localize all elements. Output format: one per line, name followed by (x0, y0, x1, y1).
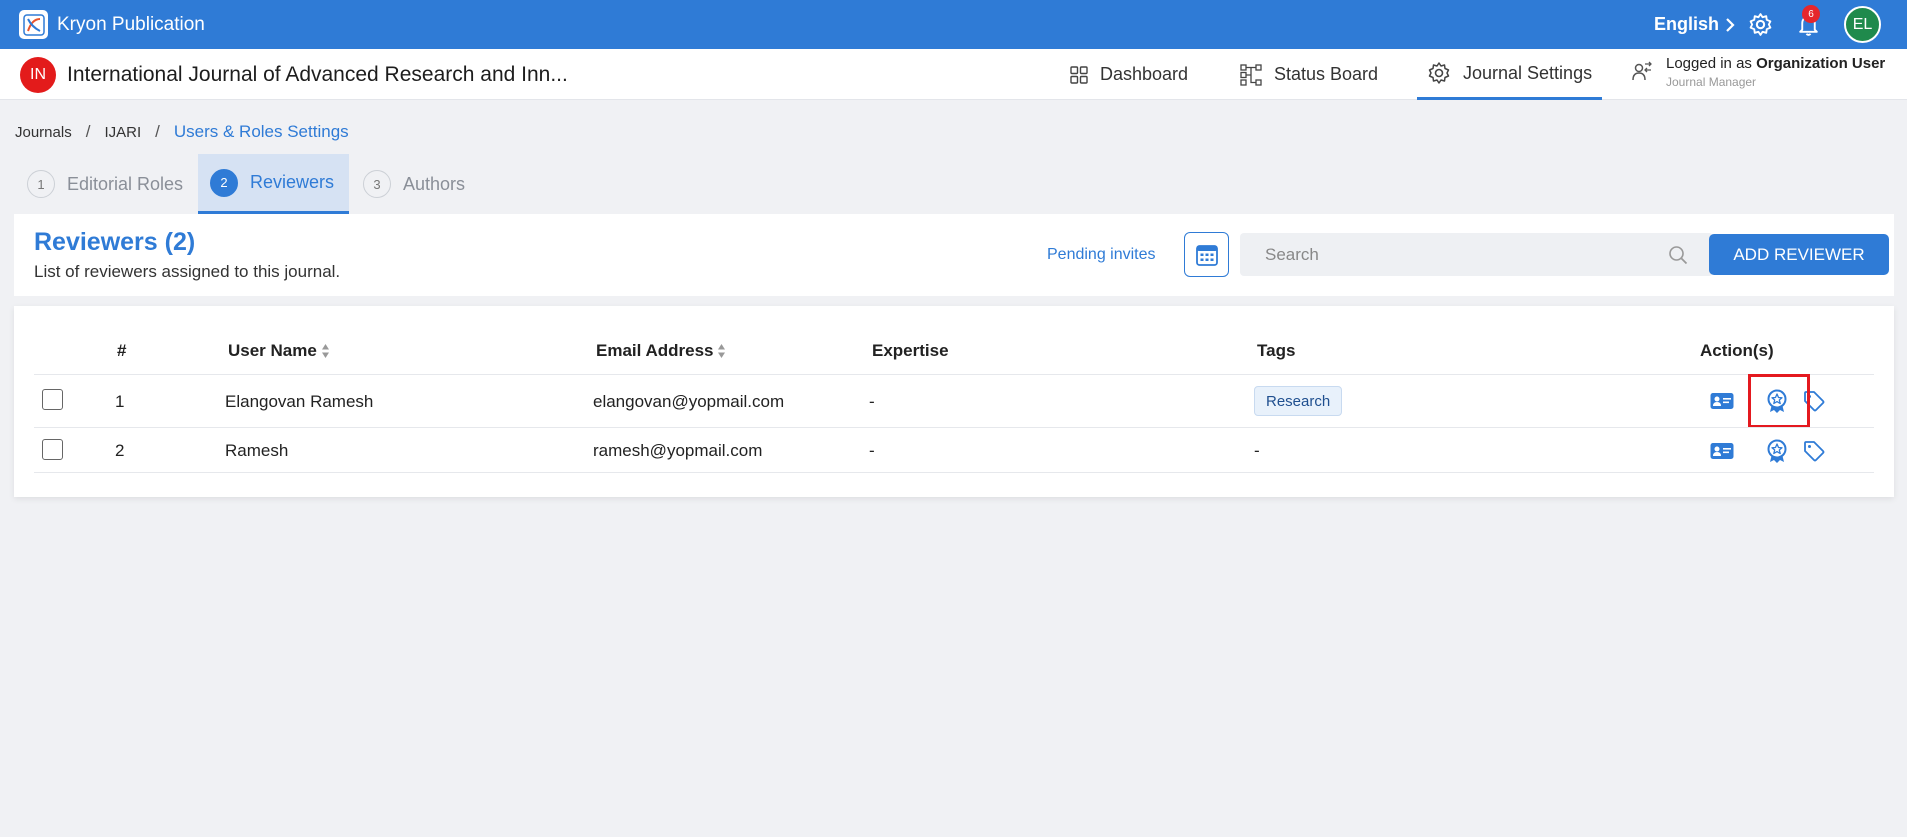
nav-dashboard[interactable]: Dashboard (1070, 49, 1188, 100)
nav-journal-settings[interactable]: Journal Settings (1417, 49, 1603, 100)
status-board-icon (1240, 63, 1262, 86)
calendar-view-button[interactable] (1184, 232, 1229, 277)
row-checkbox[interactable] (42, 389, 63, 410)
award-badge-icon (1767, 439, 1787, 463)
tab-reviewers[interactable]: 2 Reviewers (198, 154, 349, 214)
row-divider (34, 427, 1874, 428)
nav-status-board[interactable]: Status Board (1240, 49, 1378, 100)
id-card-icon (1710, 393, 1734, 409)
id-card-icon (1710, 443, 1734, 459)
tag-pill: Research (1254, 386, 1343, 416)
nav-dashboard-label: Dashboard (1100, 64, 1189, 84)
row-email: ramesh@yopmail.com (593, 441, 763, 460)
tag-icon (1804, 441, 1825, 462)
header-number: # (117, 341, 127, 360)
search-input[interactable] (1240, 233, 1713, 276)
gear-icon[interactable] (1748, 12, 1773, 37)
reviewers-header-card: Reviewers (2) List of reviewers assigned… (14, 214, 1894, 296)
header-user-name[interactable]: User Name (228, 341, 330, 361)
row-user-name: Ramesh (225, 441, 289, 460)
row-email: elangovan@yopmail.com (593, 392, 785, 411)
nav-journal-settings-label: Journal Settings (1463, 62, 1593, 83)
assign-award-button[interactable] (1764, 438, 1790, 464)
header-email-label: Email Address (596, 341, 714, 360)
view-profile-button[interactable] (1709, 388, 1735, 414)
tab-number: 1 (27, 170, 55, 198)
breadcrumb-current: Users & Roles Settings (173, 122, 349, 141)
tab-label: Editorial Roles (67, 173, 184, 194)
app-title: Kryon Publication (57, 14, 205, 35)
row-number: 1 (115, 392, 125, 411)
tab-number: 3 (363, 170, 391, 198)
add-reviewer-button[interactable]: ADD REVIEWER (1709, 234, 1889, 275)
sort-icon[interactable] (717, 343, 726, 359)
search-icon[interactable] (1668, 245, 1688, 265)
chevron-right-icon (1726, 17, 1735, 32)
breadcrumb-separator: / (155, 122, 160, 141)
top-bar: Kryon Publication English 6 EL (0, 0, 1907, 49)
sort-icon[interactable] (321, 343, 330, 359)
row-divider (34, 472, 1874, 473)
language-label: English (1654, 14, 1720, 34)
logged-in-user: Organization User (1756, 55, 1886, 72)
journal-avatar: IN (20, 57, 56, 93)
row-expertise: - (869, 441, 875, 460)
language-selector[interactable]: English (1654, 14, 1735, 35)
breadcrumb: Journals / IJARI / Users & Roles Setting… (15, 122, 349, 142)
row-number: 2 (115, 441, 125, 460)
search-box (1240, 233, 1713, 276)
dashboard-icon (1070, 65, 1088, 84)
logged-in-role: Journal Manager (1666, 75, 1757, 89)
highlight-box (1748, 374, 1810, 428)
tab-number: 2 (210, 168, 238, 197)
tab-editorial-roles[interactable]: 1 Editorial Roles (15, 154, 195, 214)
settings-gear-icon (1428, 62, 1450, 84)
reviewers-subtitle: List of reviewers assigned to this journ… (34, 262, 341, 281)
reviewers-title: Reviewers (2) (34, 228, 196, 256)
row-tags: - (1254, 441, 1260, 460)
logged-in-info: Logged in as Organization User Journal M… (1630, 55, 1885, 89)
header-expertise: Expertise (872, 341, 949, 360)
row-divider (34, 374, 1874, 375)
user-switch-icon[interactable] (1630, 60, 1654, 84)
notification-badge: 6 (1802, 5, 1820, 23)
app-logo-icon[interactable] (19, 10, 48, 39)
assign-tag-button[interactable] (1801, 438, 1827, 464)
breadcrumb-journals[interactable]: Journals (15, 124, 72, 141)
journal-title: International Journal of Advanced Resear… (67, 63, 568, 86)
breadcrumb-separator: / (85, 122, 91, 141)
header-tags: Tags (1257, 341, 1296, 360)
logged-in-prefix: Logged in as (1666, 55, 1752, 72)
row-checkbox[interactable] (42, 439, 63, 460)
user-avatar[interactable]: EL (1844, 6, 1881, 43)
nav-status-board-label: Status Board (1274, 64, 1379, 84)
calendar-grid-icon (1195, 244, 1218, 266)
tab-label: Authors (403, 173, 466, 194)
reviewers-table: # User Name Email Address Expertise Tags… (14, 306, 1894, 497)
journal-header: IN International Journal of Advanced Res… (0, 49, 1907, 100)
tab-authors[interactable]: 3 Authors (351, 154, 477, 214)
header-email[interactable]: Email Address (596, 341, 726, 361)
row-expertise: - (869, 392, 875, 411)
header-user-name-label: User Name (228, 341, 317, 360)
pending-invites-link[interactable]: Pending invites (1047, 246, 1156, 264)
row-user-name: Elangovan Ramesh (225, 392, 374, 411)
header-actions: Action(s) (1700, 341, 1774, 360)
view-profile-button[interactable] (1709, 438, 1735, 464)
tab-label: Reviewers (250, 172, 335, 192)
breadcrumb-ijari[interactable]: IJARI (104, 124, 141, 141)
